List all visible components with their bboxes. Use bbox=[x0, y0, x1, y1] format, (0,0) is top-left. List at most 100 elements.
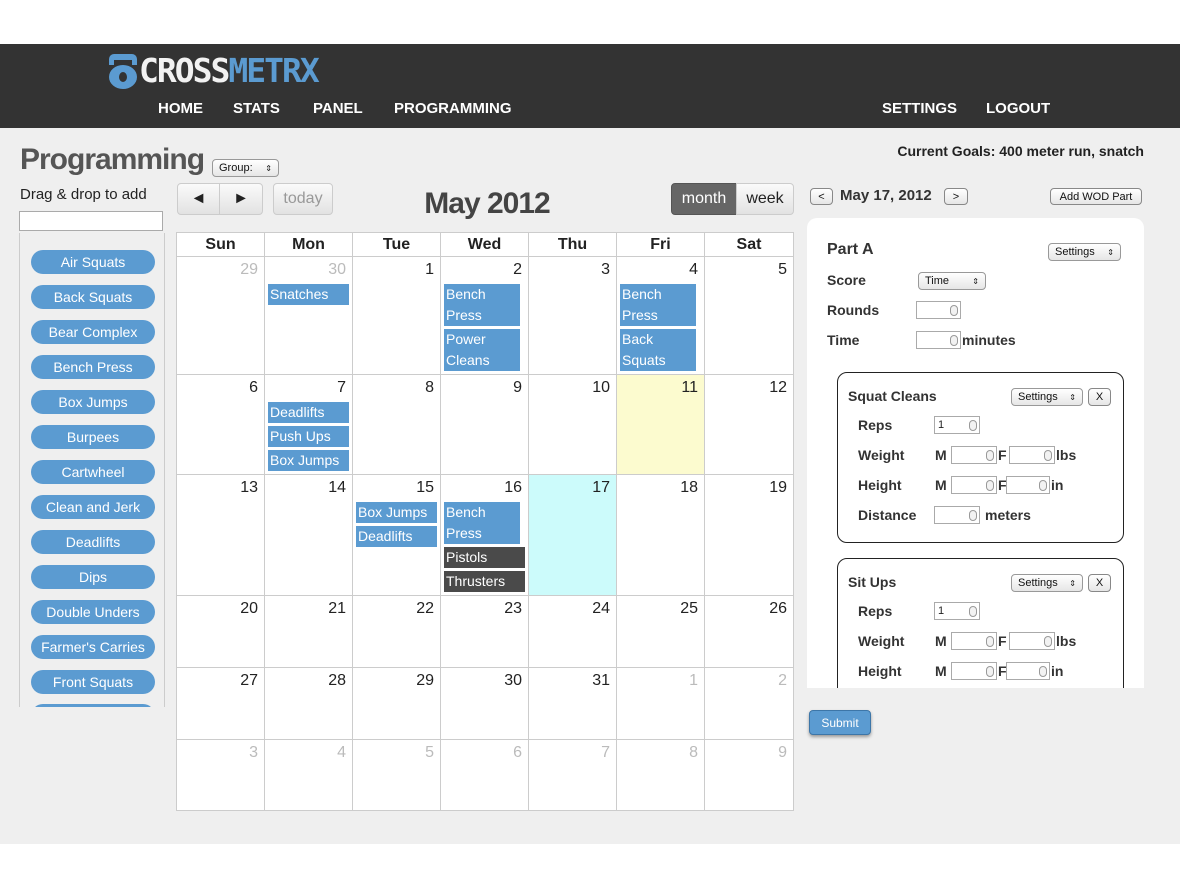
spinner-icon[interactable] bbox=[1044, 450, 1052, 461]
spinner-icon[interactable] bbox=[969, 510, 977, 521]
calendar-day-cell[interactable]: 3 bbox=[177, 740, 265, 810]
exercise-list[interactable]: Air Squats Back Squats Bear Complex Benc… bbox=[19, 233, 165, 707]
calendar-day-cell[interactable]: 9 bbox=[441, 375, 529, 475]
calendar-day-cell[interactable]: 4 Bench Press Back Squats bbox=[617, 257, 705, 375]
spinner-icon[interactable] bbox=[969, 420, 977, 431]
calendar-day-cell[interactable]: 7 bbox=[529, 740, 617, 810]
exercise-item-partial[interactable] bbox=[31, 704, 155, 707]
calendar-day-cell[interactable]: 30 Snatches bbox=[265, 257, 353, 375]
nav-panel[interactable]: PANEL bbox=[313, 100, 363, 117]
calendar-day-cell[interactable]: 29 bbox=[177, 257, 265, 375]
calendar-day-cell[interactable]: 1 bbox=[353, 257, 441, 375]
distance-input[interactable] bbox=[934, 506, 980, 524]
calendar-day-cell-today[interactable]: 11 bbox=[617, 375, 705, 475]
weight-female-input[interactable] bbox=[1009, 446, 1055, 464]
spinner-icon[interactable] bbox=[1039, 480, 1047, 491]
submit-button[interactable]: Submit bbox=[809, 710, 871, 735]
calendar-event[interactable]: Box Jumps bbox=[268, 450, 349, 471]
calendar-day-cell[interactable]: 12 bbox=[705, 375, 793, 475]
exercise-item[interactable]: Box Jumps bbox=[31, 390, 155, 414]
calendar-day-cell[interactable]: 28 bbox=[265, 668, 353, 740]
calendar-day-cell[interactable]: 2 Bench Press Power Cleans bbox=[441, 257, 529, 375]
calendar-day-cell[interactable]: 31 bbox=[529, 668, 617, 740]
spinner-icon[interactable] bbox=[969, 606, 977, 617]
part-settings-select[interactable]: Settings ⇕ bbox=[1048, 243, 1121, 261]
panel-prev-button[interactable]: < bbox=[810, 188, 833, 205]
nav-settings[interactable]: SETTINGS bbox=[882, 100, 957, 117]
card-close-button[interactable]: X bbox=[1088, 574, 1111, 592]
panel-next-button[interactable]: > bbox=[944, 188, 968, 205]
calendar-event[interactable]: Back Squats bbox=[620, 329, 696, 371]
calendar-day-cell[interactable]: 22 bbox=[353, 596, 441, 668]
calendar-event[interactable]: Push Ups bbox=[268, 426, 349, 447]
weight-female-input[interactable] bbox=[1009, 632, 1055, 650]
exercise-item[interactable]: Cartwheel bbox=[31, 460, 155, 484]
calendar-day-cell[interactable]: 4 bbox=[265, 740, 353, 810]
exercise-search-input[interactable] bbox=[19, 211, 163, 231]
calendar-week-button[interactable]: week bbox=[736, 183, 794, 215]
height-male-input[interactable] bbox=[951, 476, 997, 494]
spinner-icon[interactable] bbox=[986, 666, 994, 677]
calendar-today-button[interactable]: today bbox=[273, 183, 333, 215]
calendar-day-cell[interactable]: 3 bbox=[529, 257, 617, 375]
spinner-icon[interactable] bbox=[950, 305, 958, 316]
calendar-day-cell[interactable]: 21 bbox=[265, 596, 353, 668]
calendar-day-cell[interactable]: 16 Bench Press Pistols Thrusters bbox=[441, 475, 529, 596]
exercise-item[interactable]: Bear Complex bbox=[31, 320, 155, 344]
calendar-event[interactable]: Box Jumps bbox=[356, 502, 437, 523]
calendar-day-cell[interactable]: 13 bbox=[177, 475, 265, 596]
calendar-day-cell[interactable]: 18 bbox=[617, 475, 705, 596]
exercise-item[interactable]: Farmer's Carries bbox=[31, 635, 155, 659]
spinner-icon[interactable] bbox=[1039, 666, 1047, 677]
calendar-event[interactable]: Deadlifts bbox=[268, 402, 349, 423]
card-settings-select[interactable]: Settings ⇕ bbox=[1011, 388, 1083, 406]
card-close-button[interactable]: X bbox=[1088, 388, 1111, 406]
calendar-day-cell[interactable]: 29 bbox=[353, 668, 441, 740]
nav-stats[interactable]: STATS bbox=[233, 100, 280, 117]
spinner-icon[interactable] bbox=[986, 636, 994, 647]
calendar-next-button[interactable]: ► bbox=[219, 183, 263, 215]
reps-input[interactable]: 1 bbox=[934, 416, 980, 434]
reps-input[interactable]: 1 bbox=[934, 602, 980, 620]
nav-programming[interactable]: PROGRAMMING bbox=[394, 100, 512, 117]
exercise-item[interactable]: Burpees bbox=[31, 425, 155, 449]
calendar-day-cell[interactable]: 7 Deadlifts Push Ups Box Jumps bbox=[265, 375, 353, 475]
weight-male-input[interactable] bbox=[951, 632, 997, 650]
nav-logout[interactable]: LOGOUT bbox=[986, 100, 1050, 117]
calendar-day-cell[interactable]: 19 bbox=[705, 475, 793, 596]
group-select[interactable]: Group: ⇕ bbox=[212, 159, 279, 177]
calendar-event[interactable]: Deadlifts bbox=[356, 526, 437, 547]
time-input[interactable] bbox=[916, 331, 961, 349]
calendar-day-cell[interactable]: 20 bbox=[177, 596, 265, 668]
calendar-day-cell[interactable]: 1 bbox=[617, 668, 705, 740]
calendar-day-cell[interactable]: 27 bbox=[177, 668, 265, 740]
calendar-event[interactable]: Bench Press bbox=[444, 284, 520, 326]
calendar-day-cell[interactable]: 23 bbox=[441, 596, 529, 668]
height-male-input[interactable] bbox=[951, 662, 997, 680]
spinner-icon[interactable] bbox=[986, 450, 994, 461]
add-wod-part-button[interactable]: Add WOD Part bbox=[1050, 188, 1142, 205]
calendar-month-button[interactable]: month bbox=[671, 183, 737, 215]
spinner-icon[interactable] bbox=[986, 480, 994, 491]
weight-male-input[interactable] bbox=[951, 446, 997, 464]
height-female-input[interactable] bbox=[1006, 662, 1050, 680]
nav-home[interactable]: HOME bbox=[158, 100, 203, 117]
calendar-day-cell[interactable]: 5 bbox=[705, 257, 793, 375]
spinner-icon[interactable] bbox=[950, 335, 958, 346]
calendar-day-cell[interactable]: 5 bbox=[353, 740, 441, 810]
calendar-event[interactable]: Snatches bbox=[268, 284, 349, 305]
calendar-day-cell[interactable]: 25 bbox=[617, 596, 705, 668]
calendar-event[interactable]: Bench Press bbox=[444, 502, 520, 544]
spinner-icon[interactable] bbox=[1044, 636, 1052, 647]
exercise-item[interactable]: Bench Press bbox=[31, 355, 155, 379]
rounds-input[interactable] bbox=[916, 301, 961, 319]
logo[interactable]: CROSS METRX bbox=[107, 50, 320, 90]
calendar-day-cell[interactable]: 26 bbox=[705, 596, 793, 668]
calendar-day-cell[interactable]: 14 bbox=[265, 475, 353, 596]
calendar-day-cell[interactable]: 24 bbox=[529, 596, 617, 668]
exercise-item[interactable]: Clean and Jerk bbox=[31, 495, 155, 519]
calendar-day-cell-selected[interactable]: 17 bbox=[529, 475, 617, 596]
height-female-input[interactable] bbox=[1006, 476, 1050, 494]
calendar-day-cell[interactable]: 6 bbox=[177, 375, 265, 475]
calendar-day-cell[interactable]: 15 Box Jumps Deadlifts bbox=[353, 475, 441, 596]
